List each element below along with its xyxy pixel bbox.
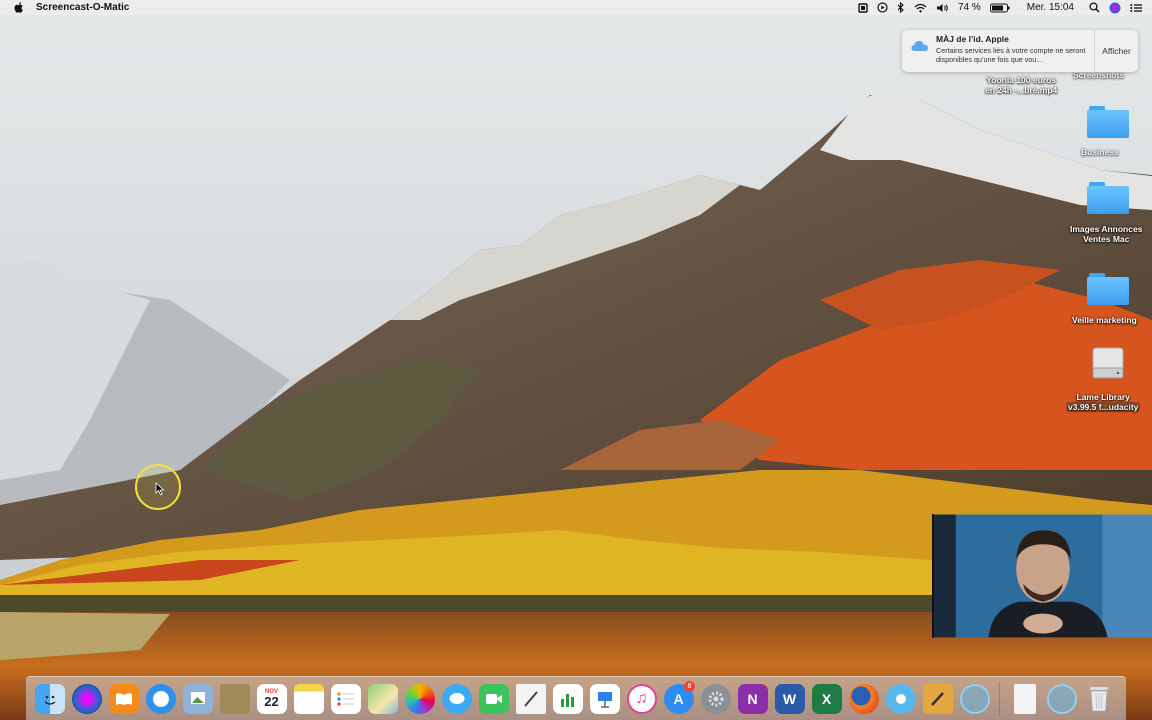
safari-icon [145, 683, 176, 714]
dock-notes[interactable] [291, 681, 326, 716]
trash-icon [1084, 684, 1114, 714]
dock-reminders[interactable] [328, 681, 363, 716]
dock-word[interactable]: W [772, 681, 807, 716]
onenote-icon: N [737, 683, 768, 714]
siri-icon [71, 683, 102, 714]
numbers-icon [552, 683, 583, 714]
dock-messages[interactable] [439, 681, 474, 716]
dock-system-preferences[interactable] [698, 681, 733, 716]
desktop-folder-images-line1: Images Annonces [1070, 224, 1143, 234]
bluetooth-icon[interactable] [897, 2, 905, 14]
dock-screencast-stack[interactable] [1044, 681, 1079, 716]
calendar-icon: NOV 22 [256, 683, 287, 714]
webcam-overlay [932, 514, 1152, 638]
photos-icon [404, 683, 435, 714]
battery-icon[interactable] [989, 2, 1010, 14]
dock-excel[interactable]: X [809, 681, 844, 716]
notebook-icon [219, 683, 250, 714]
notification-body: Certains services liés à votre compte ne… [936, 46, 1086, 64]
firefox-icon [848, 683, 879, 714]
dock-screencast-recorder[interactable] [957, 681, 992, 716]
dock-trash[interactable] [1081, 681, 1116, 716]
desktop-folder-images-label[interactable]: Images Annonces Ventes Mac [1070, 224, 1142, 244]
app-store-badge: 8 [684, 681, 695, 692]
search-icon[interactable] [1089, 2, 1100, 14]
notification-banner[interactable]: MÀJ de l’id. Apple Certains services lié… [902, 30, 1138, 72]
folder-icon[interactable] [1087, 273, 1129, 305]
screencast-recorder-icon [959, 683, 990, 714]
dock-notebook[interactable] [217, 681, 252, 716]
system-preferences-icon [700, 683, 731, 714]
notification-center-icon[interactable] [1130, 2, 1142, 14]
dock-preview[interactable] [180, 681, 215, 716]
screencast-stack-icon [1046, 683, 1077, 714]
desktop-disk-lame-line2: v3.99.5 f...udacity [1066, 402, 1141, 412]
pencil-app-icon [922, 683, 953, 714]
textedit-icon [515, 683, 546, 714]
dock-calendar[interactable]: NOV 22 [254, 681, 289, 716]
battery-percent: 74 % [957, 2, 981, 13]
cast-icon[interactable] [858, 2, 868, 14]
notification-show-button[interactable]: Afficher [1094, 30, 1138, 72]
dock-firefox[interactable] [846, 681, 881, 716]
dock-numbers[interactable] [550, 681, 585, 716]
screencast-icon [885, 683, 916, 714]
dock-app-store[interactable]: A8 [661, 681, 696, 716]
play-icon[interactable] [877, 2, 888, 14]
folder-icon[interactable] [1087, 106, 1129, 138]
facetime-icon [478, 683, 509, 714]
dock-photos[interactable] [402, 681, 437, 716]
dock-finder[interactable] [32, 681, 67, 716]
preview-icon [182, 683, 213, 714]
wifi-icon[interactable] [914, 2, 927, 14]
desktop-disk-lame-line1: Lame Library [1076, 392, 1130, 402]
dock-downloads-stack[interactable] [1007, 681, 1042, 716]
itunes-icon: ♫ [626, 683, 657, 714]
messages-icon [441, 683, 472, 714]
dock-keynote[interactable] [587, 681, 622, 716]
status-area: 74 % Mer. 15:04 [858, 2, 1152, 14]
finder-icon [34, 683, 65, 714]
desktop-file-yoonla-line1: Yoonla 100 euros [986, 75, 1057, 85]
active-app-name[interactable]: Screencast-O-Matic [36, 2, 129, 13]
dock-safari[interactable] [143, 681, 178, 716]
downloads-stack-icon [1013, 683, 1036, 714]
desktop-disk-lame-label[interactable]: Lame Library v3.99.5 f...udacity [1066, 392, 1141, 412]
excel-icon: X [811, 683, 842, 714]
notification-content: MÀJ de l’id. Apple Certains services lié… [936, 30, 1088, 64]
desktop-folder-business-label[interactable]: Business [1081, 147, 1119, 157]
dock-ibooks[interactable] [106, 681, 141, 716]
calendar-day: 22 [264, 693, 279, 709]
maps-icon [367, 683, 398, 714]
ibooks-icon [108, 683, 139, 714]
disk-image-icon[interactable] [1090, 346, 1126, 382]
dock-onenote[interactable]: N [735, 681, 770, 716]
apple-menu-icon[interactable] [12, 2, 26, 13]
desktop-file-yoonla[interactable]: Yoonla 100 euros en 24h -...bre.mp4 [985, 75, 1057, 95]
menubar-clock[interactable]: Mer. 15:04 [1027, 2, 1074, 13]
icloud-icon [910, 39, 932, 58]
desktop-folder-veille-label[interactable]: Veille marketing [1072, 315, 1137, 325]
reminders-icon [330, 683, 361, 714]
dock-textedit[interactable] [513, 681, 548, 716]
word-icon: W [774, 683, 805, 714]
dock-facetime[interactable] [476, 681, 511, 716]
dock-pencil-app[interactable] [920, 681, 955, 716]
dock-siri[interactable] [69, 681, 104, 716]
dock-itunes[interactable]: ♫ [624, 681, 659, 716]
mouse-cursor-icon [155, 482, 165, 496]
folder-icon[interactable] [1087, 182, 1129, 214]
desktop-file-yoonla-line2: en 24h -...bre.mp4 [985, 85, 1058, 95]
volume-icon[interactable] [936, 2, 949, 14]
notification-title: MÀJ de l’id. Apple [936, 34, 1009, 44]
siri-icon[interactable] [1109, 2, 1121, 14]
dock: NOV 22 ♫ A8 N W X [26, 676, 1126, 720]
desktop-folder-images-line2: Ventes Mac [1083, 234, 1130, 244]
menu-bar: Screencast-O-Matic 74 % Mer. 15:04 [0, 0, 1152, 15]
keynote-icon [589, 683, 620, 714]
notes-icon [293, 683, 324, 714]
dock-screencast[interactable] [883, 681, 918, 716]
dock-separator [999, 681, 1000, 716]
dock-maps[interactable] [365, 681, 400, 716]
